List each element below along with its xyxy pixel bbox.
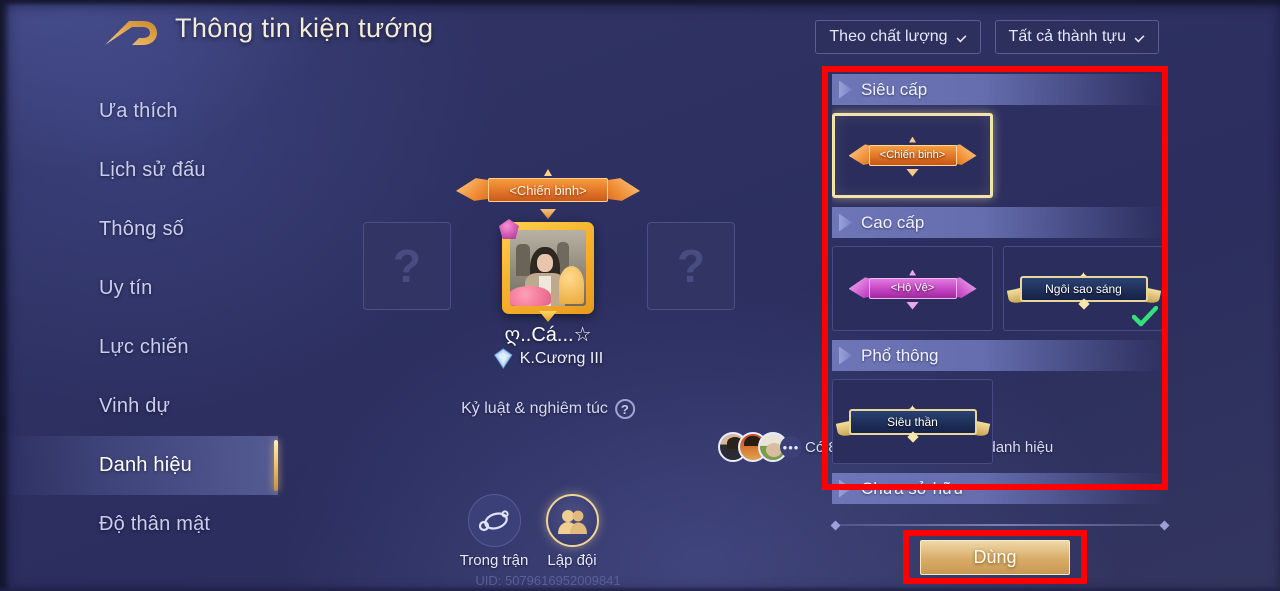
- sidebar-item-label: Độ thân mật: [99, 513, 211, 535]
- group-items-sieu-cap: <Chiến binh>: [832, 113, 1168, 198]
- sidebar-item-label: Thông số: [99, 218, 184, 240]
- discipline-row: Kỷ luật & nghiêm túc ?: [461, 399, 635, 419]
- question-mark-icon[interactable]: ?: [614, 399, 635, 419]
- group-items-pho-thong: ✦ Siêu thần: [832, 379, 1168, 464]
- sidebar-item-label: Lực chiến: [99, 336, 189, 358]
- player-name: ღ..Cá...☆: [504, 324, 592, 346]
- chevron-right-icon: [839, 346, 852, 365]
- screen-edge-top: [0, 0, 1280, 6]
- group-header-pho-thong[interactable]: Phổ thông: [832, 340, 1168, 371]
- title-card-sieu-than[interactable]: ✦ Siêu thần: [832, 379, 993, 464]
- discipline-label: Kỷ luật & nghiêm túc: [461, 400, 608, 417]
- sidebar-item-uy-tin[interactable]: Uy tín: [0, 259, 278, 318]
- equipped-title-banner: <Chiến binh>: [456, 169, 640, 219]
- filter-achievement-dropdown[interactable]: Tất cả thành tựu: [994, 20, 1159, 54]
- sidebar-item-label: Ưa thích: [99, 100, 178, 122]
- sidebar-nav: Ưa thích Lịch sử đấu Thông số Uy tín Lực…: [0, 82, 278, 554]
- sidebar-item-luc-chien[interactable]: Lực chiến: [0, 318, 278, 377]
- use-button[interactable]: Dùng: [920, 540, 1070, 575]
- green-check-icon: [1132, 306, 1158, 328]
- avatar-frame-gem-icon: [499, 219, 519, 239]
- team-up-icon: [545, 494, 599, 547]
- group-label: Siêu cấp: [861, 79, 928, 99]
- team-up-button[interactable]: Lập đội: [534, 494, 610, 569]
- sidebar-item-ua-thich[interactable]: Ưa thích: [0, 82, 278, 141]
- sidebar-item-vinh-du[interactable]: Vinh dự: [0, 377, 278, 436]
- rank-row: K.Cương III: [493, 348, 603, 369]
- scrollbar-start-dot: [830, 520, 841, 530]
- title-medal: <Hộ Vệ>: [848, 269, 977, 310]
- screen-edge-bottom: [0, 586, 1280, 591]
- slot-placeholder: ?: [392, 240, 422, 292]
- sidebar-item-label: Vinh dự: [99, 395, 171, 417]
- title-medal: ✦ Ngôi sao sáng: [1006, 271, 1161, 310]
- group-header-cao-cap[interactable]: Cao cấp: [832, 207, 1168, 238]
- panel-scrollbar[interactable]: [830, 520, 1170, 530]
- filter-label: Tất cả thành tựu: [1008, 28, 1126, 45]
- banner-top-ornament: [544, 169, 552, 176]
- scrollbar-track[interactable]: [839, 524, 1161, 526]
- profile-center-panel: <Chiến binh> ? ? ღ..Cá...☆ K.Cương III K…: [278, 0, 1053, 591]
- sidebar-item-lich-su-dau[interactable]: Lịch sử đấu: [0, 141, 278, 200]
- avatar[interactable]: [499, 219, 594, 322]
- chevron-down-icon: [956, 34, 967, 41]
- group-header-chua-so-huu[interactable]: Chưa sở hữu: [832, 473, 1168, 504]
- group-items-cao-cap: <Hộ Vệ> ✦ Ngôi sao sáng: [832, 246, 1168, 331]
- sidebar-item-danh-hieu[interactable]: Danh hiệu: [0, 436, 278, 495]
- group-label: Phổ thông: [861, 345, 939, 365]
- title-medal: ✦ Siêu thần: [835, 404, 990, 443]
- titles-list-panel[interactable]: Siêu cấp <Chiến binh> Cao cấp <Hộ Vệ> Ng…: [832, 74, 1168, 522]
- banner-bottom-ornament: [540, 209, 556, 219]
- honor-logo-icon: [99, 12, 161, 52]
- action-label: Lập đội: [547, 552, 597, 569]
- chevron-right-icon: [839, 213, 852, 232]
- avatar-frame-tip: [539, 311, 557, 322]
- title-medal: <Chiến binh>: [848, 136, 977, 177]
- title-card-chien-binh[interactable]: <Chiến binh>: [832, 113, 993, 198]
- title-card-ngoi-sao-sang[interactable]: ✦ Ngôi sao sáng: [1003, 246, 1164, 331]
- chevron-down-icon: [1134, 34, 1145, 41]
- decoration-slot-right[interactable]: ?: [647, 222, 735, 310]
- filter-label: Theo chất lượng: [829, 28, 948, 45]
- group-header-sieu-cap[interactable]: Siêu cấp: [832, 74, 1168, 105]
- sidebar-item-label: Lịch sử đấu: [99, 159, 206, 181]
- rank-label: K.Cương III: [519, 349, 604, 367]
- title-label: <Hộ Vệ>: [868, 277, 957, 299]
- sidebar-item-do-than-mat[interactable]: Độ thân mật: [0, 495, 278, 554]
- chevron-right-icon: [839, 80, 852, 99]
- avatar-photo: [510, 230, 586, 306]
- filter-bar: Theo chất lượng Tất cả thành tựu: [815, 20, 1159, 54]
- slot-placeholder: ?: [676, 240, 706, 292]
- filter-quality-dropdown[interactable]: Theo chất lượng: [815, 20, 981, 54]
- game-profile-screen: Thông tin kiện tướng Ưa thích Lịch sử đấ…: [0, 0, 1280, 591]
- equipped-title-label: <Chiến binh>: [488, 178, 608, 202]
- status-label: Trong trận: [459, 552, 529, 569]
- in-match-icon: [467, 494, 521, 547]
- chevron-right-icon: [839, 479, 852, 498]
- friend-more-icon[interactable]: •••: [780, 436, 802, 458]
- title-label: <Chiến binh>: [868, 144, 957, 166]
- status-in-match[interactable]: Trong trận: [456, 494, 532, 569]
- scrollbar-end-dot: [1159, 520, 1170, 530]
- friend-avatar-stack[interactable]: •••: [718, 432, 802, 462]
- group-label: Chưa sở hữu: [861, 478, 963, 498]
- diamond-rank-icon: [493, 348, 514, 369]
- sidebar-item-label: Uy tín: [99, 277, 153, 299]
- group-label: Cao cấp: [861, 212, 925, 232]
- title-card-ho-ve[interactable]: <Hộ Vệ>: [832, 246, 993, 331]
- screen-edge-left: [0, 0, 10, 591]
- sidebar-item-thong-so[interactable]: Thông số: [0, 200, 278, 259]
- decoration-slot-left[interactable]: ?: [363, 222, 451, 310]
- sidebar-item-label: Danh hiệu: [99, 454, 192, 476]
